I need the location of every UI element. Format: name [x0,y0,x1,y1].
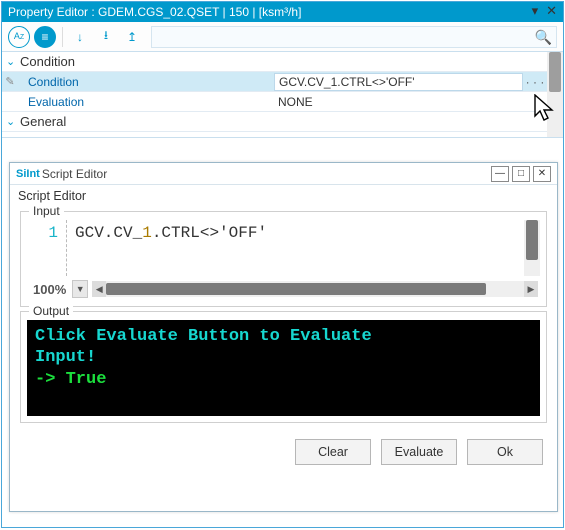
close-icon: ✕ [538,168,546,179]
download-button[interactable]: ↓ [69,26,91,48]
ellipsis-button[interactable]: · · · [523,75,547,89]
row-condition-label: Condition [18,75,274,89]
zoom-level: 100% [27,282,72,297]
script-editor-brand: SiInt [16,168,40,180]
output-line1: Click Evaluate Button to Evaluate [35,327,372,346]
sort-az-button[interactable]: AZ [8,26,30,48]
code-vscrollbar[interactable] [524,220,540,276]
edit-icon: ✎ [2,75,18,88]
section-general-header[interactable]: ⌄ General [2,112,547,132]
search-icon: 🔍 [535,29,552,46]
clear-button[interactable]: Clear [295,439,371,465]
section-general-label: General [20,114,66,129]
output-group: Output Click Evaluate Button to Evaluate… [20,311,547,423]
script-editor-subtitle: Script Editor [10,185,557,207]
maximize-button[interactable]: □ [512,166,530,182]
code-vscroll-thumb[interactable] [526,220,538,260]
maximize-icon: □ [518,168,524,179]
code-gutter: 1 [27,220,67,276]
download-icon: ↓ [77,30,83,44]
output-console: Click Evaluate Button to Evaluate Input!… [27,320,540,416]
hscroll-left-arrow[interactable]: ◀ [92,281,106,297]
minimize-icon: — [495,168,505,179]
grid-vscrollbar[interactable] [547,52,563,137]
sort-az-icon: AZ [14,32,24,41]
row-condition-value[interactable]: GCV.CV_1.CTRL<>'OFF' [274,73,523,91]
row-evaluation[interactable]: Evaluation NONE [2,92,547,112]
property-editor-window: ▾ ✕ Property Editor : GDEM.CGS_02.QSET |… [1,1,564,528]
export-button[interactable]: ↥ [121,26,143,48]
output-legend: Output [29,304,73,318]
group-icon: ≡ [41,30,48,44]
output-line3: -> True [35,370,106,389]
script-editor-window: SiInt Script Editor — □ ✕ Script Editor … [9,162,558,512]
code-hscroll-thumb[interactable] [106,283,486,295]
script-editor-titlebar: SiInt Script Editor — □ ✕ [10,163,557,185]
row-condition[interactable]: ✎ Condition GCV.CV_1.CTRL<>'OFF' · · · [2,72,547,92]
script-editor-button-row: Clear Evaluate Ok [10,427,557,465]
search-input[interactable]: 🔍 [151,26,557,48]
import-button[interactable]: ⭳ [95,26,117,48]
evaluate-button[interactable]: Evaluate [381,439,457,465]
code-hscrollbar[interactable]: ◀ ▶ [92,281,538,297]
close-button[interactable]: ✕ [533,166,551,182]
group-button[interactable]: ≡ [34,26,56,48]
ok-button[interactable]: Ok [467,439,543,465]
property-editor-titlebar: Property Editor : GDEM.CGS_02.QSET | 150… [2,2,563,22]
property-editor-toolbar: AZ ≡ ↓ ⭳ ↥ 🔍 [2,22,563,52]
minimize-button[interactable]: — [491,166,509,182]
toolbar-separator [62,27,63,47]
code-editor[interactable]: 1 GCV.CV_1.CTRL<>'OFF' [27,220,540,276]
property-editor-title: Property Editor : GDEM.CGS_02.QSET | 150… [8,5,301,19]
chevron-down-icon: ⌄ [6,55,20,68]
close-icon[interactable]: ✕ [546,3,557,19]
row-evaluation-value: NONE [274,95,547,109]
zoom-dropdown[interactable]: ▼ [72,280,88,298]
section-condition-header[interactable]: ⌄ Condition [2,52,547,72]
script-editor-title: Script Editor [42,167,107,181]
section-condition-label: Condition [20,54,75,69]
line-number: 1 [48,224,58,242]
import-icon: ⭳ [104,26,108,47]
pin-icon[interactable]: ▾ [532,3,539,19]
property-grid: ⌄ Condition ✎ Condition GCV.CV_1.CTRL<>'… [2,52,563,138]
chevron-down-icon: ⌄ [6,115,20,128]
grid-vscroll-thumb[interactable] [549,52,561,92]
code-status-row: 100% ▼ ◀ ▶ [27,278,540,300]
code-text[interactable]: GCV.CV_1.CTRL<>'OFF' [67,220,524,276]
output-line2: Input! [35,348,96,367]
hscroll-right-arrow[interactable]: ▶ [524,281,538,297]
input-legend: Input [29,204,64,218]
export-icon: ↥ [127,30,137,44]
chevron-down-icon: ▼ [76,284,85,294]
input-group: Input 1 GCV.CV_1.CTRL<>'OFF' 100% ▼ ◀ ▶ [20,211,547,307]
row-evaluation-label: Evaluation [18,95,274,109]
